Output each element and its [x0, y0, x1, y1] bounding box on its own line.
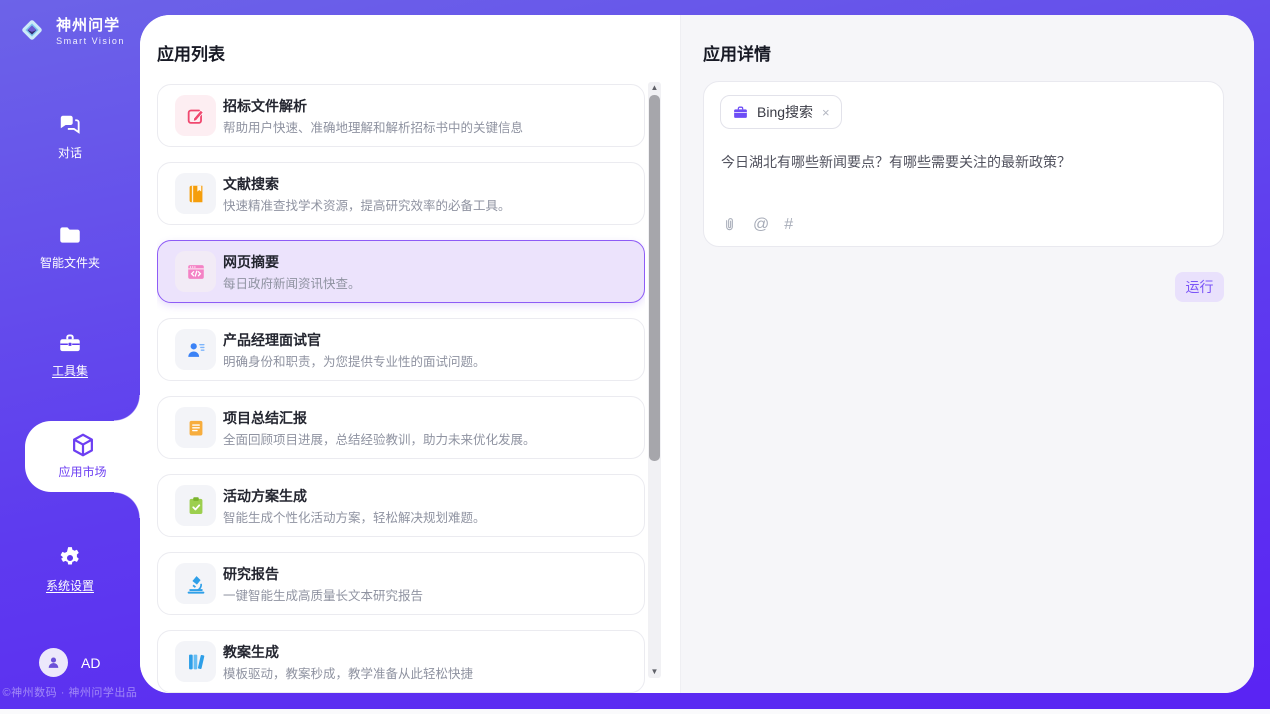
main-panel: 应用列表 招标文件解析 帮助用户快速、准确地理解和解析招标书中的关键信息: [140, 15, 1254, 693]
microscope-icon: [175, 563, 216, 604]
scrollbar-thumb[interactable]: [649, 95, 660, 461]
edit-document-icon: [175, 95, 216, 136]
scrollbar-up-arrow[interactable]: ▲: [648, 82, 661, 94]
sidebar-item-app-market[interactable]: 应用市场: [25, 421, 140, 492]
app-card-web-summary[interactable]: 网页摘要 每日政府新闻资讯快查。: [157, 240, 645, 303]
sidebar-item-settings[interactable]: 系统设置: [0, 545, 140, 594]
folder-icon: [57, 222, 83, 248]
copyright-text: ©神州数码 · 神州问学出品: [0, 684, 140, 700]
attachment-toolbar: @ #: [721, 215, 793, 234]
briefcase-icon: [732, 104, 749, 121]
report-note-icon: [175, 407, 216, 448]
brand-title: 神州问学: [56, 14, 125, 35]
book-icon: [175, 173, 216, 214]
app-frame: 神州问学 Smart Vision 对话 智能文件夹 工具: [0, 0, 1270, 709]
app-card-desc: 明确身份和职责，为您提供专业性的面试问题。: [223, 351, 486, 370]
app-card-pm-interviewer[interactable]: 产品经理面试官 明确身份和职责，为您提供专业性的面试问题。: [157, 318, 645, 381]
sidebar-item-smart-folder[interactable]: 智能文件夹: [0, 222, 140, 271]
app-card-title: 项目总结汇报: [223, 408, 307, 428]
scrollbar-down-arrow[interactable]: ▼: [648, 666, 661, 678]
sidebar-item-label: 智能文件夹: [0, 254, 140, 271]
app-card-desc: 帮助用户快速、准确地理解和解析招标书中的关键信息: [223, 117, 523, 136]
app-list-title: 应用列表: [157, 40, 225, 65]
app-card-desc: 每日政府新闻资讯快查。: [223, 273, 361, 292]
sidebar-item-label: 系统设置: [0, 577, 140, 594]
gear-icon: [57, 545, 83, 571]
tool-chip-label: Bing搜索: [757, 102, 813, 122]
app-card-bid-document-analysis[interactable]: 招标文件解析 帮助用户快速、准确地理解和解析招标书中的关键信息: [157, 84, 645, 147]
toolbox-icon: [57, 330, 83, 356]
brand-logo: 神州问学 Smart Vision: [0, 13, 140, 47]
brand-subtitle: Smart Vision: [56, 36, 125, 46]
app-card-project-summary[interactable]: 项目总结汇报 全面回顾项目进展，总结经验教训，助力未来优化发展。: [157, 396, 645, 459]
sidebar-item-label: 应用市场: [25, 463, 140, 480]
user-account[interactable]: AD: [39, 648, 100, 677]
app-card-desc: 全面回顾项目进展，总结经验教训，助力未来优化发展。: [223, 429, 536, 448]
app-card-title: 活动方案生成: [223, 486, 307, 506]
app-card-title: 研究报告: [223, 564, 279, 584]
web-code-icon: [175, 251, 216, 292]
app-card-list: 招标文件解析 帮助用户快速、准确地理解和解析招标书中的关键信息 文献搜索 快速精…: [157, 84, 645, 693]
paperclip-icon[interactable]: [721, 215, 738, 234]
sidebar-item-chat[interactable]: 对话: [0, 112, 140, 161]
tool-chip-bing-search[interactable]: Bing搜索 ×: [720, 95, 842, 129]
avatar: [39, 648, 68, 677]
sidebar-item-label: 对话: [0, 144, 140, 161]
prompt-editor[interactable]: Bing搜索 × 今日湖北有哪些新闻要点？有哪些需要关注的最新政策？ @ #: [703, 81, 1224, 247]
tab-notch-top: [114, 395, 140, 421]
app-card-desc: 一键智能生成高质量长文本研究报告: [223, 585, 423, 604]
app-detail-title: 应用详情: [703, 40, 771, 65]
sidebar: 神州问学 Smart Vision 对话 智能文件夹 工具: [0, 0, 140, 709]
app-card-title: 招标文件解析: [223, 96, 307, 116]
clipboard-check-icon: [175, 485, 216, 526]
interviewer-icon: [175, 329, 216, 370]
app-detail-section: 应用详情 Bing搜索 × 今日湖北有哪些新闻要点？有哪些需要关注的最新政策？: [680, 15, 1254, 693]
scrollbar[interactable]: ▲ ▼: [648, 82, 661, 678]
diamond-logo-icon: [15, 13, 49, 47]
app-card-title: 教案生成: [223, 642, 279, 662]
cube-icon: [69, 431, 97, 459]
app-list-section: 应用列表 招标文件解析 帮助用户快速、准确地理解和解析招标书中的关键信息: [140, 15, 680, 693]
app-card-title: 产品经理面试官: [223, 330, 321, 350]
sidebar-item-label: 工具集: [0, 362, 140, 379]
chat-icon: [57, 112, 83, 138]
query-text: 今日湖北有哪些新闻要点？有哪些需要关注的最新政策？: [721, 152, 1203, 173]
app-card-lesson-plan[interactable]: 教案生成 模板驱动，教案秒成，教学准备从此轻松快捷: [157, 630, 645, 693]
person-icon: [45, 654, 62, 671]
app-card-research-report[interactable]: 研究报告 一键智能生成高质量长文本研究报告: [157, 552, 645, 615]
app-card-literature-search[interactable]: 文献搜索 快速精准查找学术资源，提高研究效率的必备工具。: [157, 162, 645, 225]
app-card-title: 网页摘要: [223, 252, 279, 272]
hashtag-icon[interactable]: #: [784, 217, 793, 233]
user-initials: AD: [81, 655, 100, 671]
app-card-desc: 模板驱动，教案秒成，教学准备从此轻松快捷: [223, 663, 473, 682]
app-card-title: 文献搜索: [223, 174, 279, 194]
sidebar-item-toolset[interactable]: 工具集: [0, 330, 140, 379]
books-icon: [175, 641, 216, 682]
app-card-desc: 智能生成个性化活动方案，轻松解决规划难题。: [223, 507, 486, 526]
tab-notch-bottom: [114, 492, 140, 518]
app-card-desc: 快速精准查找学术资源，提高研究效率的必备工具。: [223, 195, 511, 214]
chip-close-icon[interactable]: ×: [822, 105, 830, 120]
run-button[interactable]: 运行: [1175, 272, 1224, 302]
app-card-event-plan[interactable]: 活动方案生成 智能生成个性化活动方案，轻松解决规划难题。: [157, 474, 645, 537]
mention-icon[interactable]: @: [753, 217, 769, 233]
